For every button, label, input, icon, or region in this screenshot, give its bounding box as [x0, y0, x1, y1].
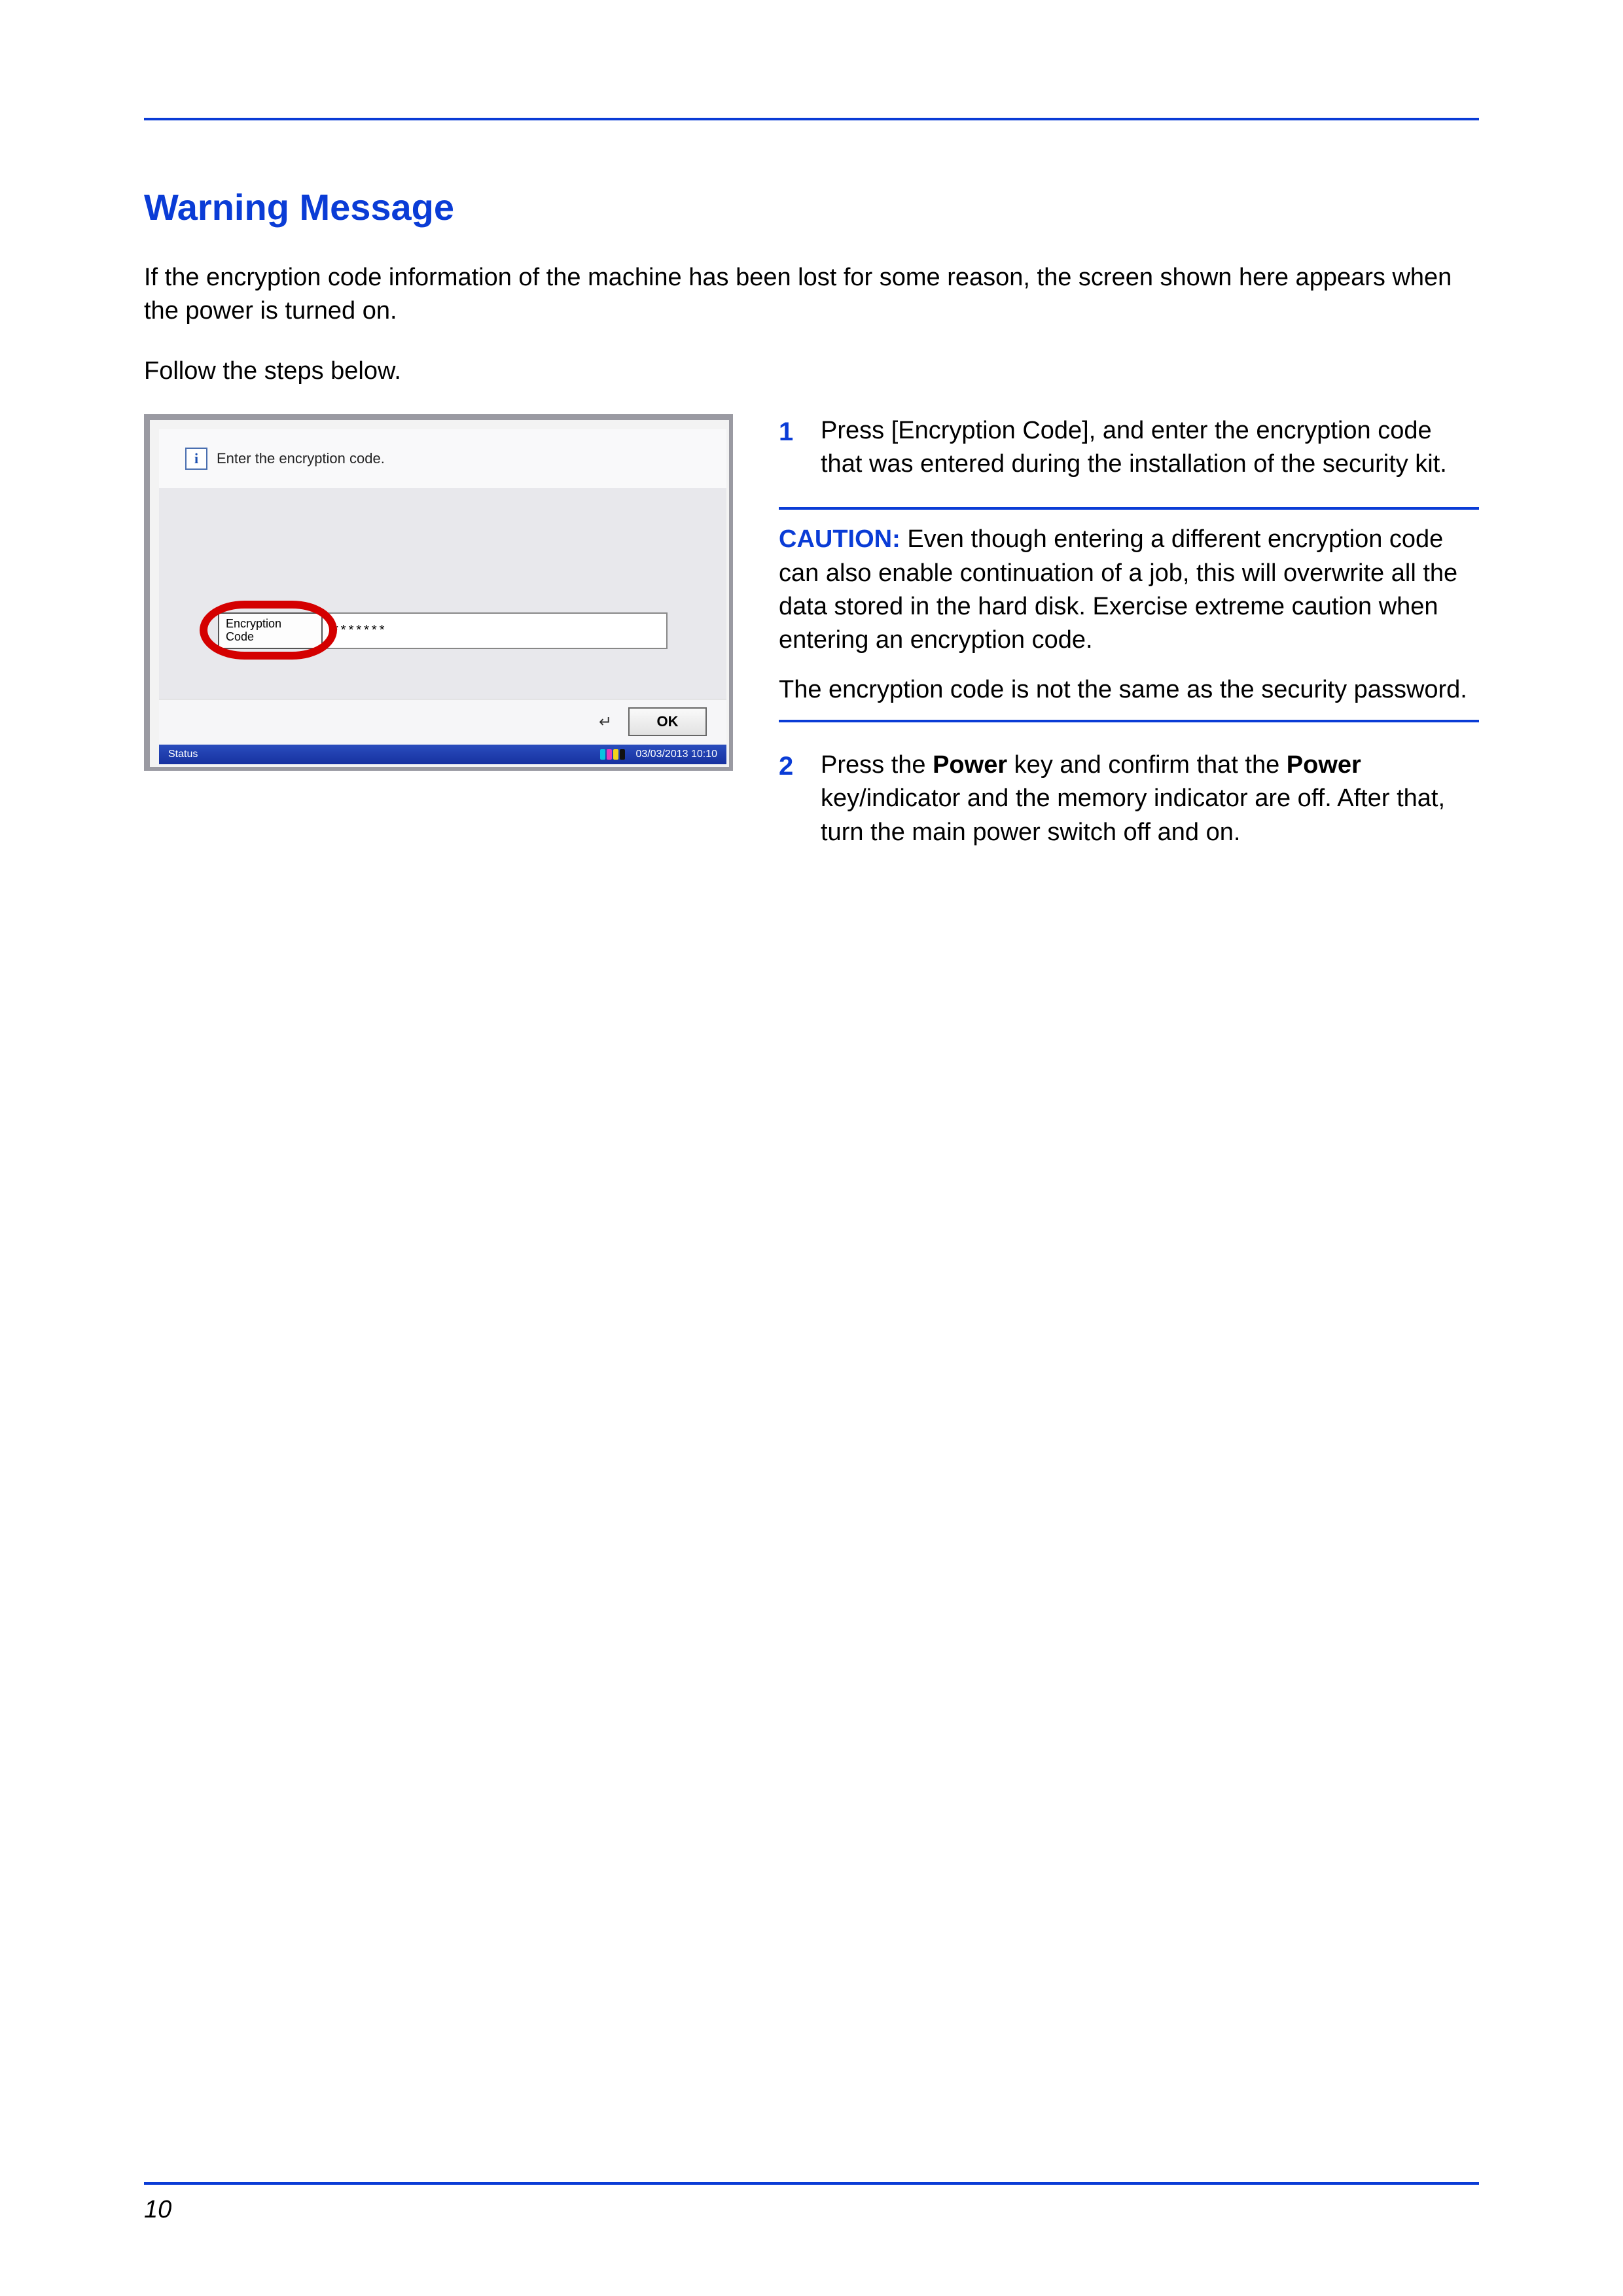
step-2-text: Press the Power key and confirm that the… [821, 749, 1479, 849]
footer-rule [144, 2182, 1479, 2185]
step-1-text: Press [Encryption Code], and enter the e… [821, 414, 1479, 482]
ok-button[interactable]: OK [628, 707, 707, 736]
encryption-field-area: Encryption Code ******* [218, 612, 668, 649]
info-icon [185, 448, 207, 470]
enter-icon: ↵ [596, 712, 615, 732]
status-bar: Status 03/03/2013 10:10 [159, 745, 726, 764]
device-dialog-inner: Enter the encryption code. Encryption Co… [159, 429, 726, 764]
instructions-column: 1 Press [Encryption Code], and enter the… [779, 414, 1479, 875]
dialog-prompt-text: Enter the encryption code. [217, 450, 385, 467]
header-rule [144, 118, 1479, 120]
encryption-code-button-label-1: Encryption [226, 618, 315, 631]
dialog-message-row: Enter the encryption code. [159, 429, 726, 488]
content-columns: Enter the encryption code. Encryption Co… [144, 414, 1479, 875]
encryption-code-button-label-2: Code [226, 631, 315, 644]
follow-paragraph: Follow the steps below. [144, 355, 1479, 388]
status-datetime: 03/03/2013 10:10 [635, 749, 717, 760]
step-number: 2 [779, 749, 794, 849]
dialog-button-bar: ↵ OK [159, 699, 726, 745]
encryption-code-button[interactable]: Encryption Code [218, 612, 323, 649]
heading-warning-message: Warning Message [144, 186, 1479, 228]
caution-box: CAUTION: Even though entering a differen… [779, 507, 1479, 722]
step-number: 1 [779, 414, 794, 482]
screenshot-column: Enter the encryption code. Encryption Co… [144, 414, 733, 771]
intro-paragraph: If the encryption code information of th… [144, 261, 1479, 328]
caution-para-1: CAUTION: Even though entering a differen… [779, 523, 1479, 657]
document-page: Warning Message If the encryption code i… [0, 0, 1623, 2296]
step-2: 2 Press the Power key and confirm that t… [779, 749, 1479, 849]
device-dialog: Enter the encryption code. Encryption Co… [144, 414, 733, 771]
toner-level-icon [600, 749, 625, 760]
encryption-code-input[interactable]: ******* [321, 612, 668, 649]
page-number: 10 [144, 2196, 171, 2224]
caution-para-2: The encryption code is not the same as t… [779, 673, 1479, 707]
step-1: 1 Press [Encryption Code], and enter the… [779, 414, 1479, 482]
caution-label: CAUTION: [779, 525, 901, 553]
status-label: Status [168, 749, 198, 760]
